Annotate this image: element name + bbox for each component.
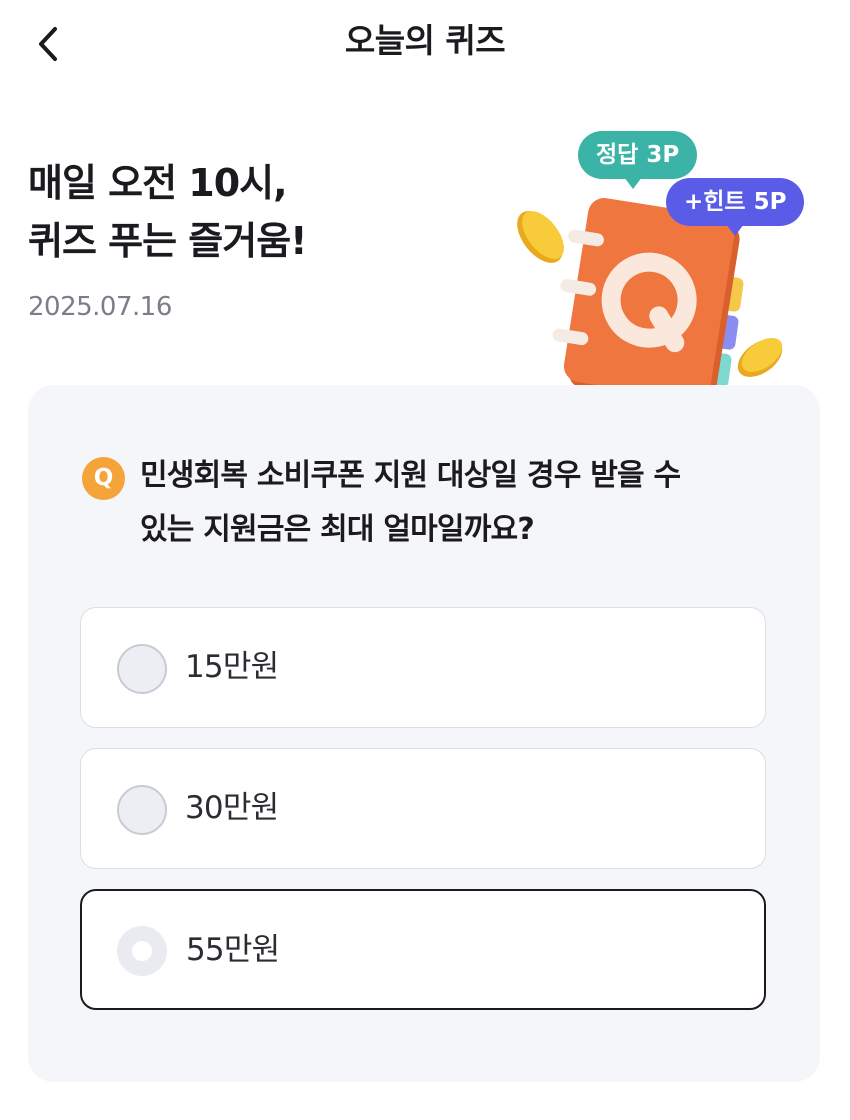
answer-option-label: 15만원: [185, 649, 279, 685]
bubble-tail: [624, 177, 642, 189]
quiz-date: 2025.07.16: [28, 292, 172, 322]
answer-option-label: 55만원: [186, 932, 280, 968]
page-title: 오늘의 퀴즈: [344, 21, 506, 60]
top-app-bar: 오늘의 퀴즈: [0, 0, 850, 88]
radio-button-selected[interactable]: [117, 926, 167, 976]
quiz-illustration: 정답 3P +힌트 5P: [510, 125, 810, 425]
quiz-page: 오늘의 퀴즈 매일 오전 10시, 퀴즈 푸는 즐거움! 2025.07.16: [0, 0, 850, 1120]
question-line-1: 민생회복 소비쿠폰 지원 대상일 경우 받을 수: [140, 458, 681, 493]
answer-points-badge: 정답 3P: [578, 131, 698, 189]
quiz-card: Q 민생회복 소비쿠폰 지원 대상일 경우 받을 수 있는 지원금은 최대 얼마…: [28, 385, 820, 1082]
answer-points-label: 정답 3P: [596, 142, 680, 168]
coin-icon: [737, 338, 783, 377]
bubble-tail: [726, 224, 744, 236]
answer-option-label: 30만원: [185, 790, 279, 826]
hint-points-badge: +힌트 5P: [666, 178, 805, 236]
radio-button[interactable]: [117, 644, 167, 694]
hint-points-label: +힌트 5P: [684, 189, 787, 215]
coin-icon: [517, 211, 564, 263]
answer-option-2[interactable]: 30만원: [80, 748, 766, 869]
headline-line-1: 매일 오전 10시,: [28, 161, 288, 205]
question-text: 민생회복 소비쿠폰 지원 대상일 경우 받을 수 있는 지원금은 최대 얼마일까…: [140, 449, 780, 557]
question-badge-icon: Q: [82, 457, 125, 500]
headline: 매일 오전 10시, 퀴즈 푸는 즐거움!: [28, 154, 308, 270]
headline-line-2: 퀴즈 푸는 즐거움!: [28, 219, 308, 263]
radio-button[interactable]: [117, 785, 167, 835]
question-line-2: 있는 지원금은 최대 얼마일까요?: [140, 512, 535, 547]
answer-option-3[interactable]: 55만원: [80, 889, 766, 1010]
answer-option-1[interactable]: 15만원: [80, 607, 766, 728]
